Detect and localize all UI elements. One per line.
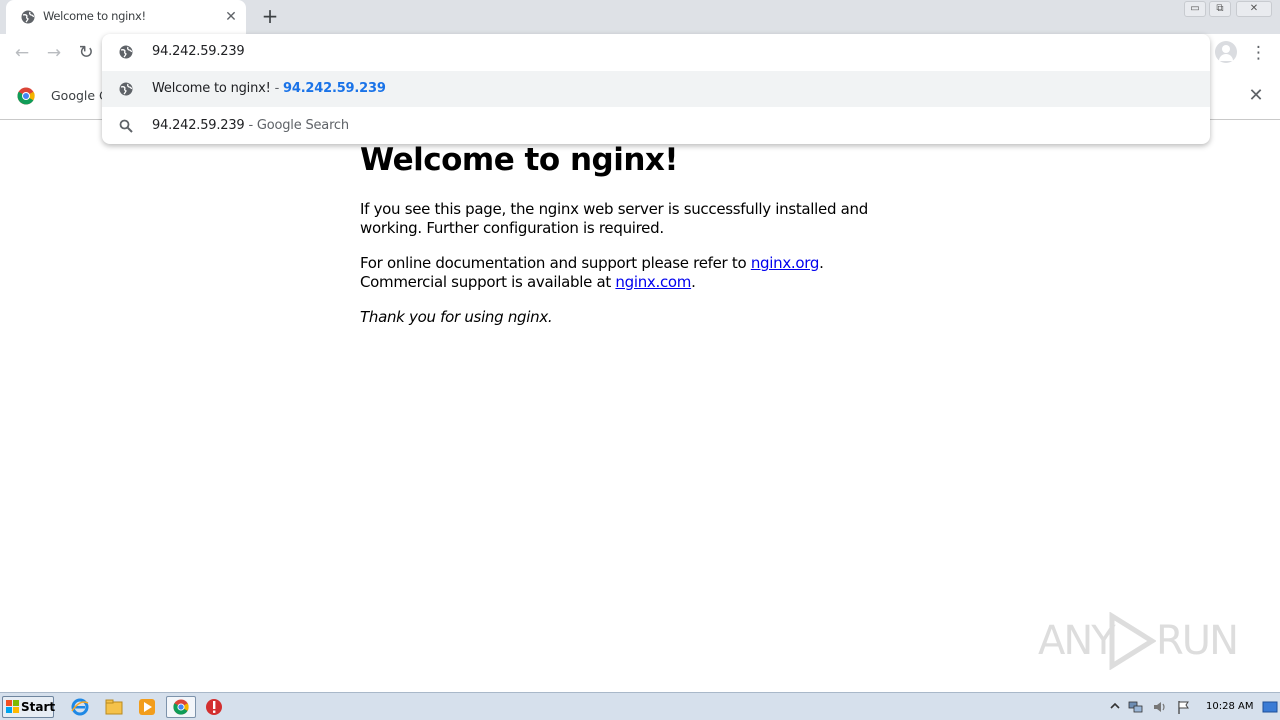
explorer-icon[interactable] bbox=[104, 697, 124, 717]
nginx-org-link[interactable]: nginx.org bbox=[751, 254, 820, 272]
network-icon[interactable] bbox=[1128, 699, 1144, 715]
reload-button[interactable]: ↻ bbox=[75, 42, 97, 64]
globe-icon bbox=[119, 45, 133, 59]
chrome-taskbar-button[interactable] bbox=[166, 696, 196, 718]
omnibox-dropdown: 94.242.59.239 Welcome to nginx! - 94.242… bbox=[102, 34, 1210, 144]
nginx-com-link[interactable]: nginx.com bbox=[615, 273, 691, 291]
profile-avatar-icon[interactable] bbox=[1215, 41, 1237, 63]
forward-button[interactable]: → bbox=[43, 42, 65, 64]
tab-title: Welcome to nginx! bbox=[43, 9, 146, 23]
thanks-text: Thank you for using nginx. bbox=[360, 308, 553, 326]
globe-icon bbox=[21, 10, 35, 24]
globe-icon bbox=[119, 82, 133, 96]
tab-strip: Welcome to nginx! ✕ + ▭ ⧉ ✕ bbox=[0, 0, 1280, 34]
new-tab-button[interactable]: + bbox=[258, 5, 282, 29]
minimize-button[interactable]: ▭ bbox=[1184, 1, 1206, 17]
docs-paragraph: For online documentation and support ple… bbox=[360, 254, 880, 292]
commercial-period: . bbox=[691, 273, 696, 291]
play-logo-icon bbox=[1109, 612, 1156, 670]
suggestion-separator: - bbox=[270, 81, 283, 96]
show-hidden-icons-icon[interactable] bbox=[1107, 699, 1123, 715]
back-button[interactable]: ← bbox=[11, 42, 33, 64]
show-desktop-icon[interactable] bbox=[1262, 699, 1278, 715]
tab-active[interactable]: Welcome to nginx! ✕ bbox=[6, 0, 246, 34]
ie-icon[interactable] bbox=[70, 697, 90, 717]
start-button[interactable]: Start bbox=[2, 696, 56, 718]
tab-close-icon[interactable]: ✕ bbox=[222, 9, 240, 25]
chrome-icon bbox=[17, 87, 35, 105]
commercial-text: Commercial support is available at bbox=[360, 273, 616, 291]
omnibox-input-row[interactable]: 94.242.59.239 bbox=[102, 34, 1210, 70]
suggestion-url: 94.242.59.239 bbox=[283, 81, 386, 96]
action-center-flag-icon[interactable] bbox=[1176, 699, 1192, 715]
suggestion-text: Welcome to nginx! - 94.242.59.239 bbox=[152, 81, 386, 96]
docs-text: For online documentation and support ple… bbox=[360, 254, 751, 272]
suggestion-query: 94.242.59.239 bbox=[152, 118, 245, 133]
omnibox-suggestion-search[interactable]: 94.242.59.239 - Google Search bbox=[102, 108, 1210, 144]
system-tray bbox=[1105, 693, 1280, 720]
start-label: Start bbox=[21, 700, 56, 714]
page-heading: Welcome to nginx! bbox=[360, 142, 679, 178]
media-player-icon[interactable] bbox=[137, 697, 157, 717]
suggestion-text: 94.242.59.239 - Google Search bbox=[152, 118, 349, 133]
stop-icon[interactable] bbox=[204, 697, 224, 717]
windows-flag-icon bbox=[6, 700, 19, 713]
watermark-left: ANY bbox=[1038, 618, 1116, 664]
omnibox-suggestion-history[interactable]: Welcome to nginx! - 94.242.59.239 bbox=[102, 71, 1210, 107]
docs-period: . bbox=[819, 254, 824, 272]
anyrun-watermark: ANY RUN bbox=[1038, 612, 1239, 672]
omnibox-input[interactable]: 94.242.59.239 bbox=[152, 44, 245, 59]
restore-button[interactable]: ⧉ bbox=[1209, 1, 1231, 17]
suggestion-separator: - bbox=[244, 118, 257, 133]
browser-menu-button[interactable]: ⋮ bbox=[1250, 42, 1267, 64]
thanks-paragraph: Thank you for using nginx. bbox=[360, 308, 880, 327]
volume-icon[interactable] bbox=[1152, 699, 1168, 715]
taskbar-clock: 10:28 AM bbox=[1206, 701, 1254, 712]
intro-paragraph: If you see this page, the nginx web serv… bbox=[360, 200, 868, 237]
suggestion-hint: Google Search bbox=[256, 118, 349, 133]
suggestion-title: Welcome to nginx! bbox=[152, 81, 271, 96]
window-close-button[interactable]: ✕ bbox=[1236, 1, 1272, 17]
screen: Welcome to nginx! ✕ + ▭ ⧉ ✕ ← → ↻ ⋮ Goog… bbox=[0, 0, 1280, 720]
infobar-close-icon[interactable]: ✕ bbox=[1246, 86, 1266, 106]
taskbar: Start 10:28 AM bbox=[0, 692, 1280, 720]
watermark-right: RUN bbox=[1156, 618, 1239, 664]
chrome-icon bbox=[173, 699, 189, 715]
search-icon bbox=[119, 119, 133, 133]
page-content: Welcome to nginx! If you see this page, … bbox=[360, 140, 880, 327]
